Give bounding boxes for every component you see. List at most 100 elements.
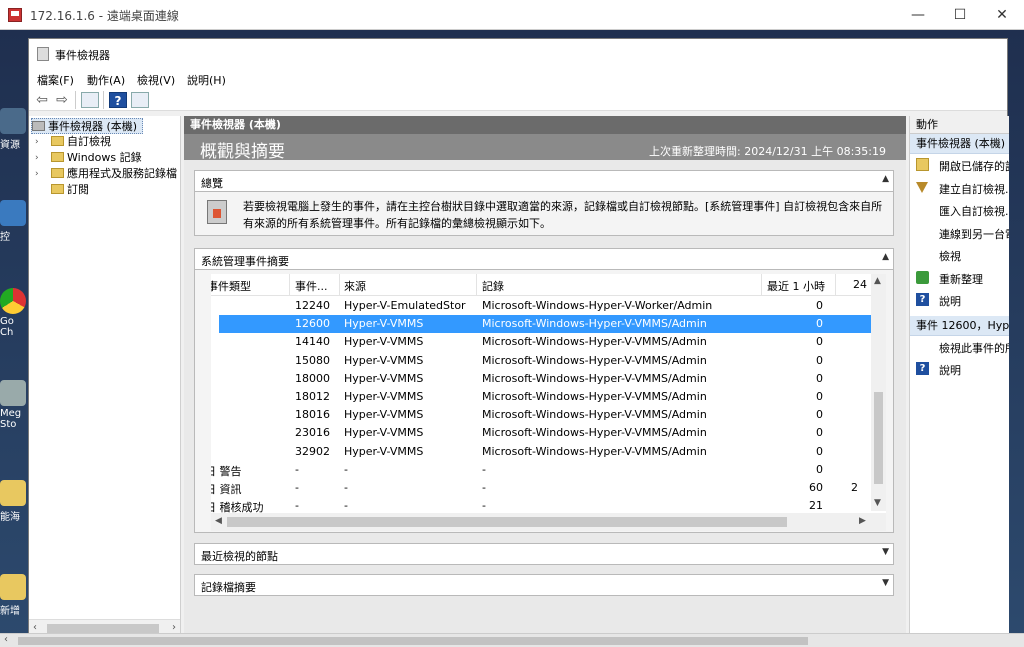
col-divider[interactable] (476, 274, 477, 296)
action-view[interactable]: 檢視 (910, 244, 1009, 267)
action-open-saved-log[interactable]: 開啟已儲存的記 (910, 154, 1009, 177)
log-summary-title: 記錄檔摘要 (201, 581, 256, 594)
menu-file[interactable]: 檔案(F) (37, 72, 74, 88)
forward-arrow-icon[interactable]: ⇨ (53, 92, 71, 108)
back-arrow-icon[interactable]: ⇦ (33, 92, 51, 108)
scroll-left-icon[interactable]: ‹ (33, 622, 37, 633)
table-row[interactable]: 18000 Hyper-V-VMMS Microsoft-Windows-Hyper… (211, 370, 871, 388)
table-row[interactable]: 15080 Hyper-V-VMMS Microsoft-Windows-Hyper… (211, 352, 871, 370)
action-connect-another[interactable]: 連線到另一台電 (910, 222, 1009, 245)
tree-item-custom-views[interactable]: › 自訂檢視 (35, 134, 111, 150)
expand-chevron-icon[interactable]: › (35, 134, 45, 150)
action-view-event-all[interactable]: 檢視此事件的所 (910, 336, 1009, 359)
table-row[interactable]: 23016 Hyper-V-VMMS Microsoft-Windows-Hyper… (211, 424, 871, 442)
col-last-hour[interactable]: 最近 1 小時 (767, 278, 825, 294)
cell-id: - (295, 462, 299, 476)
subscription-icon (51, 184, 64, 194)
log-summary-section-header[interactable]: 記錄檔摘要 ▼ (194, 574, 894, 596)
actions-header: 動作 (910, 116, 1009, 134)
desktop-icon-folder1[interactable]: 能海 (0, 480, 30, 523)
actions-section-root[interactable]: 事件檢視器 (本機) (910, 134, 1009, 154)
recent-nodes-section-header[interactable]: 最近檢視的節點 ▼ (194, 543, 894, 565)
expand-icon[interactable]: ▼ (882, 547, 889, 557)
action-create-custom-view[interactable]: 建立自訂檢視... (910, 177, 1009, 200)
scroll-left-icon[interactable]: ‹ (4, 634, 8, 645)
maximize-button[interactable]: ☐ (937, 0, 983, 30)
expand-chevron-icon[interactable]: › (35, 150, 45, 166)
collapse-icon[interactable]: ▲ (882, 174, 889, 184)
show-hide-tree-icon[interactable] (81, 92, 99, 108)
scroll-right-icon[interactable]: › (172, 622, 176, 633)
action-help[interactable]: ? 說明 (910, 289, 1009, 312)
scroll-thumb[interactable] (227, 517, 787, 527)
scroll-thumb[interactable] (47, 624, 159, 633)
desktop-icon-recycle[interactable]: 資源 (0, 108, 30, 151)
col-event-id[interactable]: 事件... (295, 278, 328, 294)
tree-item-root[interactable]: 事件檢視器 (本機) (31, 118, 143, 134)
expand-icon[interactable]: ▼ (882, 578, 889, 588)
toolbar: ⇦ ⇨ ? (29, 89, 1007, 111)
rdp-title-bar: 172.16.1.6 - 遠端桌面連線 — ☐ ✕ (0, 0, 1024, 30)
tree-item-subscriptions[interactable]: 訂閱 (35, 182, 89, 198)
overview-section-header[interactable]: 總覽 ▲ (194, 170, 894, 192)
col-source[interactable]: 來源 (344, 278, 366, 294)
desktop-icon-control[interactable]: 控 (0, 200, 30, 243)
show-hide-action-pane-icon[interactable] (131, 92, 149, 108)
cell-last-hour: 0 (816, 462, 823, 476)
menu-view[interactable]: 檢視(V) (137, 72, 175, 88)
rdp-title: 172.16.1.6 - 遠端桌面連線 (30, 9, 179, 23)
folder-icon (0, 480, 26, 506)
scroll-left-icon[interactable]: ◀ (215, 516, 222, 526)
tree-item-app-service-logs[interactable]: › 應用程式及服務記錄檔 (35, 166, 177, 182)
tree-item-windows-logs[interactable]: › Windows 記錄 (35, 150, 142, 166)
action-import-custom-view[interactable]: 匯入自訂檢視... (910, 199, 1009, 222)
expand-chevron-icon[interactable]: › (35, 166, 45, 182)
cell-id: 32902 (295, 444, 330, 458)
action-event-help[interactable]: ? 說明 (910, 358, 1009, 381)
table-row[interactable]: 14140 Hyper-V-VMMS Microsoft-Windows-Hyper… (211, 333, 871, 351)
cell-source: Hyper-V-VMMS (344, 408, 424, 422)
scroll-right-icon[interactable]: ▶ (859, 516, 866, 526)
scroll-thumb[interactable] (874, 392, 883, 484)
scroll-down-icon[interactable]: ▼ (874, 498, 881, 508)
col-divider[interactable] (761, 274, 762, 296)
table-row[interactable]: 日 警告 - - - 0 (211, 461, 871, 479)
table-row[interactable]: 18012 Hyper-V-VMMS Microsoft-Windows-Hyper… (211, 388, 871, 406)
filter-icon (916, 181, 928, 193)
col-divider[interactable] (835, 274, 836, 296)
summary-section-header[interactable]: 系統管理事件摘要 ▲ (194, 248, 894, 270)
col-log[interactable]: 記錄 (482, 278, 504, 294)
col-divider[interactable] (289, 274, 290, 296)
table-row[interactable]: 12240 Hyper-V-EmulatedStor Microsoft-Windo… (211, 297, 871, 315)
cell-last-hour: 0 (816, 426, 823, 440)
table-row[interactable]: 12600 Hyper-V-VMMS Microsoft-Windows-Hyper… (219, 315, 871, 334)
rdp-horizontal-scrollbar[interactable]: ‹ (0, 633, 1024, 647)
folder-icon (51, 168, 64, 178)
table-row[interactable]: 18016 Hyper-V-VMMS Microsoft-Windows-Hyper… (211, 406, 871, 424)
grid-vertical-scrollbar[interactable]: ▲ ▼ (871, 274, 886, 511)
col-divider[interactable] (339, 274, 340, 296)
desktop-icon-chrome[interactable]: Go Ch (0, 288, 30, 338)
scroll-up-icon[interactable]: ▲ (874, 276, 881, 286)
minimize-button[interactable]: — (895, 0, 941, 30)
cell-last-hour: 0 (816, 371, 823, 385)
action-refresh[interactable]: 重新整理 (910, 267, 1009, 290)
event-log-icon (207, 200, 227, 224)
table-row[interactable]: 32902 Hyper-V-VMMS Microsoft-Windows-Hyper… (211, 443, 871, 461)
cell-id: 14140 (295, 335, 330, 349)
menu-help[interactable]: 說明(H) (187, 72, 226, 88)
help-icon[interactable]: ? (109, 92, 127, 108)
close-button[interactable]: ✕ (979, 0, 1024, 30)
collapse-icon[interactable]: ▲ (882, 252, 889, 262)
cell-source: Hyper-V-VMMS (344, 371, 424, 385)
actions-section-event[interactable]: 事件 12600，Hyper (910, 315, 1009, 336)
table-row[interactable]: 日 資訊 - - - 60 2 (211, 479, 871, 497)
scroll-thumb[interactable] (18, 637, 808, 645)
col-event-type[interactable]: 事件類型 (211, 278, 251, 294)
menu-action[interactable]: 動作(A) (87, 72, 125, 88)
grid-horizontal-scrollbar[interactable]: ◀ ▶ (211, 513, 886, 531)
cell-id: - (295, 499, 299, 513)
desktop-icon-storage[interactable]: Meg Sto (0, 380, 30, 430)
col-24h[interactable]: 24 (853, 278, 867, 291)
desktop-icon-folder2[interactable]: 新增 (0, 574, 30, 617)
